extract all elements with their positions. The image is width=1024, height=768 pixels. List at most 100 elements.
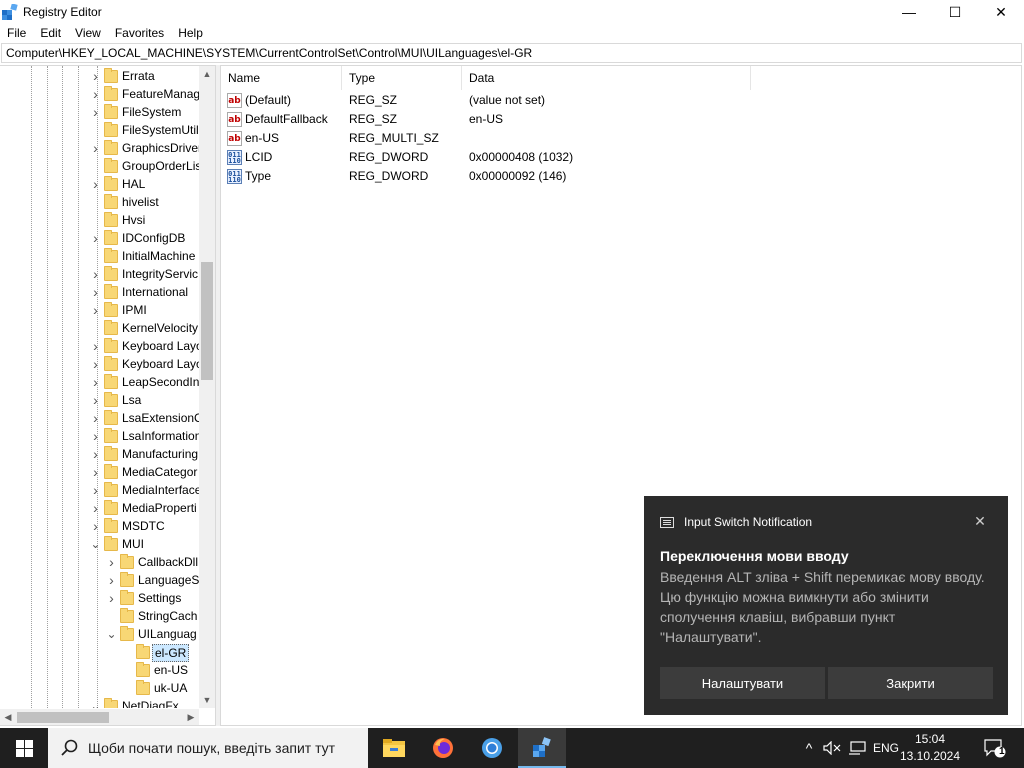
expand-chevron-icon[interactable]: › — [91, 446, 100, 462]
configure-button[interactable]: Налаштувати — [660, 667, 825, 699]
expand-chevron-icon[interactable]: › — [107, 554, 116, 570]
tree-item[interactable]: › LanguageS — [0, 571, 199, 589]
expand-chevron-icon[interactable]: › — [91, 374, 100, 390]
expand-chevron-icon[interactable]: › — [91, 410, 100, 426]
value-row[interactable]: 011 110 Type REG_DWORD 0x00000092 (146) — [221, 167, 781, 186]
expand-chevron-icon[interactable]: › — [91, 104, 100, 120]
tree-item[interactable]: › FeatureManag — [0, 85, 199, 103]
tree-item[interactable]: › LeapSecondIn — [0, 373, 199, 391]
tree-item[interactable]: ⌄ MUI — [0, 535, 199, 553]
column-header-name[interactable]: Name — [221, 66, 342, 90]
tree-item[interactable]: FileSystemUtil — [0, 121, 199, 139]
tray-overflow-chevron-icon[interactable]: ^ — [800, 728, 818, 768]
taskbar-registry-editor[interactable] — [518, 728, 566, 768]
action-center-button[interactable]: 1 — [980, 728, 1010, 768]
expand-chevron-icon[interactable]: › — [91, 140, 100, 156]
expand-chevron-icon[interactable]: › — [107, 572, 116, 588]
tree-item[interactable]: el-GR — [0, 643, 199, 662]
tree-item[interactable]: › MSDTC — [0, 517, 199, 535]
taskbar-clock[interactable]: 15:04 13.10.2024 — [898, 731, 962, 765]
scroll-down-arrow-icon[interactable]: ▼ — [199, 692, 215, 708]
taskbar-chrome[interactable] — [468, 728, 516, 768]
expand-chevron-icon[interactable]: › — [91, 464, 100, 480]
tree-item[interactable]: › Keyboard Layo — [0, 337, 199, 355]
tree-item[interactable]: › Lsa — [0, 391, 199, 409]
expand-chevron-icon[interactable]: › — [91, 518, 100, 534]
menu-favorites[interactable]: Favorites — [108, 24, 171, 43]
tree-item[interactable]: › CallbackDll — [0, 553, 199, 571]
expand-chevron-icon[interactable]: › — [91, 86, 100, 102]
input-language-indicator[interactable]: ENG — [872, 728, 900, 768]
tree-item[interactable]: › Errata — [0, 67, 199, 85]
tree-item[interactable]: ⌄ NetDiagFx — [0, 697, 199, 708]
taskbar-file-explorer[interactable] — [370, 728, 418, 768]
tree-horizontal-scroll-thumb[interactable] — [17, 712, 109, 723]
expand-chevron-icon[interactable]: › — [91, 230, 100, 246]
tree-vertical-scroll-thumb[interactable] — [201, 262, 213, 380]
close-notification-button[interactable]: Закрити — [828, 667, 993, 699]
expand-chevron-icon[interactable]: › — [91, 356, 100, 372]
notification-close-icon[interactable]: ✕ — [970, 513, 990, 531]
column-header-type[interactable]: Type — [342, 66, 462, 90]
expand-chevron-icon[interactable]: › — [91, 176, 100, 192]
close-button[interactable]: ✕ — [978, 0, 1024, 24]
value-row[interactable]: ab DefaultFallback REG_SZ en-US — [221, 110, 781, 129]
column-header-data[interactable]: Data — [462, 66, 751, 90]
tree-item[interactable]: › IPMI — [0, 301, 199, 319]
start-button[interactable] — [0, 728, 48, 768]
tree-item[interactable]: uk-UA — [0, 679, 199, 697]
collapse-chevron-icon[interactable]: ⌄ — [90, 537, 100, 551]
expand-chevron-icon[interactable]: › — [91, 428, 100, 444]
tree-item[interactable]: ⌄ UILanguag — [0, 625, 199, 643]
expand-chevron-icon[interactable]: › — [91, 500, 100, 516]
expand-chevron-icon[interactable]: › — [91, 284, 100, 300]
minimize-button[interactable]: — — [886, 0, 932, 24]
value-row[interactable]: 011 110 LCID REG_DWORD 0x00000408 (1032) — [221, 148, 781, 167]
tree-item[interactable]: › IDConfigDB — [0, 229, 199, 247]
maximize-button[interactable]: ☐ — [932, 0, 978, 24]
tree-item[interactable]: StringCach — [0, 607, 199, 625]
menu-help[interactable]: Help — [171, 24, 210, 43]
value-row[interactable]: ab en-US REG_MULTI_SZ — [221, 129, 781, 148]
tree-item[interactable]: InitialMachine — [0, 247, 199, 265]
value-row[interactable]: ab (Default) REG_SZ (value not set) — [221, 91, 781, 110]
tree-item[interactable]: › GraphicsDriver — [0, 139, 199, 157]
tree-item[interactable]: › International — [0, 283, 199, 301]
tree-item[interactable]: KernelVelocity — [0, 319, 199, 337]
tree-item[interactable]: › LsaInformation — [0, 427, 199, 445]
scroll-left-arrow-icon[interactable]: ◀ — [0, 709, 16, 725]
tree-item[interactable]: › LsaExtensionC — [0, 409, 199, 427]
tree-item[interactable]: › Keyboard Layo — [0, 355, 199, 373]
menu-edit[interactable]: Edit — [33, 24, 68, 43]
tree-item[interactable]: › HAL — [0, 175, 199, 193]
expand-chevron-icon[interactable]: › — [91, 338, 100, 354]
scroll-up-arrow-icon[interactable]: ▲ — [199, 66, 215, 82]
menu-view[interactable]: View — [68, 24, 108, 43]
tree-item[interactable]: › MediaInterface — [0, 481, 199, 499]
volume-muted-icon[interactable] — [822, 728, 842, 768]
network-icon[interactable] — [846, 728, 868, 768]
tree-vertical-scrollbar[interactable]: ▲ ▼ — [199, 66, 215, 708]
tree-item[interactable]: GroupOrderLis — [0, 157, 199, 175]
expand-chevron-icon[interactable]: › — [91, 266, 100, 282]
menu-file[interactable]: File — [0, 24, 33, 43]
tree-item[interactable]: en-US — [0, 661, 199, 679]
tree-item[interactable]: › IntegrityServic — [0, 265, 199, 283]
tree-item[interactable]: › Manufacturing — [0, 445, 199, 463]
tree-item[interactable]: › MediaProperti — [0, 499, 199, 517]
collapse-chevron-icon[interactable]: ⌄ — [90, 699, 100, 709]
taskbar-search-box[interactable]: Щоби почати пошук, введіть запит тут — [48, 728, 368, 768]
tree-item[interactable]: › Settings — [0, 589, 199, 607]
collapse-chevron-icon[interactable]: ⌄ — [106, 627, 116, 641]
expand-chevron-icon[interactable]: › — [91, 482, 100, 498]
tree-horizontal-scrollbar[interactable]: ◀ ▶ — [0, 709, 199, 725]
tree-item[interactable]: › FileSystem — [0, 103, 199, 121]
tree-item[interactable]: Hvsi — [0, 211, 199, 229]
scroll-right-arrow-icon[interactable]: ▶ — [183, 709, 199, 725]
expand-chevron-icon[interactable]: › — [91, 302, 100, 318]
tree-item[interactable]: hivelist — [0, 193, 199, 211]
expand-chevron-icon[interactable]: › — [91, 68, 100, 84]
address-bar[interactable]: Computer\HKEY_LOCAL_MACHINE\SYSTEM\Curre… — [1, 43, 1022, 63]
expand-chevron-icon[interactable]: › — [91, 392, 100, 408]
taskbar-firefox[interactable] — [419, 728, 467, 768]
